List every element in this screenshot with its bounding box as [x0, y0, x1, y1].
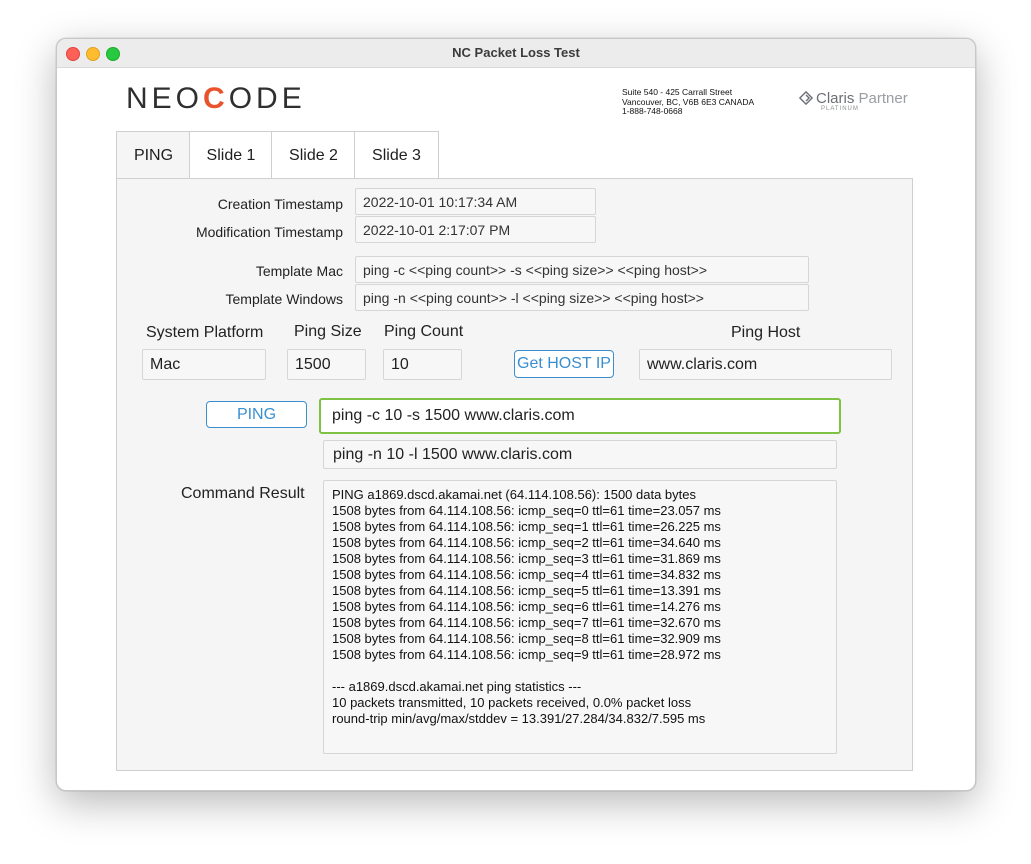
window-title: NC Packet Loss Test [452, 45, 580, 60]
modification-timestamp-field[interactable]: 2022-10-01 2:17:07 PM [355, 216, 596, 243]
claris-partner-logo: Claris Partner PLATINUM [799, 89, 908, 112]
template-mac-label: Template Mac [255, 263, 343, 279]
windows-command-field[interactable]: ping -n 10 -l 1500 www.claris.com [323, 440, 837, 469]
result-line: 1508 bytes from 64.114.108.56: icmp_seq=… [332, 535, 721, 550]
result-line: PING a1869.dscd.akamai.net (64.114.108.5… [332, 487, 696, 502]
ping-host-label: Ping Host [731, 324, 801, 341]
logo-text-start: NEO [126, 82, 204, 115]
tab-slide-2[interactable]: Slide 2 [271, 131, 356, 179]
system-platform-label: System Platform [146, 324, 264, 341]
ping-count-field[interactable]: 10 [383, 349, 462, 380]
claris-mark-icon [799, 91, 813, 105]
result-line: 1508 bytes from 64.114.108.56: icmp_seq=… [332, 631, 721, 646]
template-mac-field[interactable]: ping -c <<ping count>> -s <<ping size>> … [355, 256, 809, 283]
partner-tier: PLATINUM [821, 106, 859, 112]
logo-text-end: ODE [228, 82, 306, 115]
ping-size-field[interactable]: 1500 [287, 349, 366, 380]
modification-timestamp-label: Modification Timestamp [195, 224, 343, 240]
ping-host-field[interactable]: www.claris.com [639, 349, 892, 380]
command-result-field[interactable]: PING a1869.dscd.akamai.net (64.114.108.5… [323, 480, 837, 754]
tab-slide-1[interactable]: Slide 1 [189, 131, 273, 179]
ping-count-label: Ping Count [384, 323, 464, 340]
get-host-ip-button[interactable]: Get HOST IP [514, 350, 614, 378]
ping-size-label: Ping Size [294, 323, 362, 340]
result-line: 1508 bytes from 64.114.108.56: icmp_seq=… [332, 599, 721, 614]
tab-slide-3[interactable]: Slide 3 [354, 131, 439, 179]
ping-tab-panel: Creation Timestamp 2022-10-01 10:17:34 A… [116, 178, 913, 771]
result-line: --- a1869.dscd.akamai.net ping statistic… [332, 679, 582, 694]
result-line: 1508 bytes from 64.114.108.56: icmp_seq=… [332, 567, 721, 582]
result-line: 1508 bytes from 64.114.108.56: icmp_seq=… [332, 583, 721, 598]
result-line: 1508 bytes from 64.114.108.56: icmp_seq=… [332, 519, 721, 534]
system-platform-field[interactable]: Mac [142, 349, 266, 380]
address-phone: 1-888-748-0668 [622, 106, 683, 116]
ping-button[interactable]: PING [206, 401, 307, 428]
creation-timestamp-label: Creation Timestamp [217, 196, 343, 212]
company-address: Suite 540 - 425 Carrall Street Vancouver… [622, 87, 754, 117]
logo-accent-letter: C [203, 82, 229, 115]
template-windows-field[interactable]: ping -n <<ping count>> -l <<ping size>> … [355, 284, 809, 311]
template-windows-label: Template Windows [225, 291, 344, 307]
title-bar[interactable]: NC Packet Loss Test [57, 39, 975, 68]
result-line [332, 663, 836, 679]
result-line: round-trip min/avg/max/stddev = 13.391/2… [332, 711, 706, 726]
partner-word: Partner [858, 90, 908, 107]
neocode-logo: NEOCODE [126, 82, 306, 116]
command-result-label: Command Result [181, 485, 305, 502]
result-line: 1508 bytes from 64.114.108.56: icmp_seq=… [332, 647, 721, 662]
result-line: 1508 bytes from 64.114.108.56: icmp_seq=… [332, 615, 721, 630]
tab-ping[interactable]: PING [116, 131, 191, 180]
result-line: 1508 bytes from 64.114.108.56: icmp_seq=… [332, 551, 721, 566]
partner-brand: Claris [816, 90, 855, 107]
result-line: 10 packets transmitted, 10 packets recei… [332, 695, 692, 710]
mac-command-field[interactable]: ping -c 10 -s 1500 www.claris.com [319, 398, 841, 434]
creation-timestamp-field[interactable]: 2022-10-01 10:17:34 AM [355, 188, 596, 215]
app-window: NC Packet Loss Test NEOCODE Suite 540 - … [56, 38, 976, 791]
result-line: 1508 bytes from 64.114.108.56: icmp_seq=… [332, 503, 721, 518]
